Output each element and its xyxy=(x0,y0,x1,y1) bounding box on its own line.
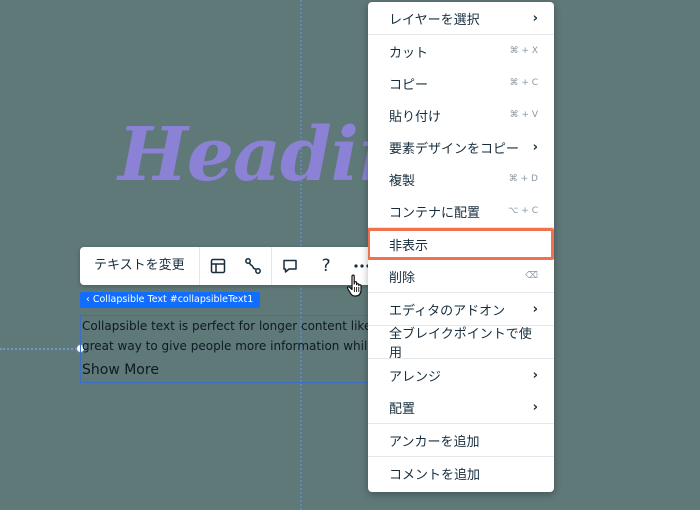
shortcut-label: ⌘ + X xyxy=(509,46,538,56)
menu-item-hide[interactable]: 非表示 xyxy=(368,228,554,260)
collapsible-text-element[interactable]: Collapsible text is perfect for longer c… xyxy=(80,315,380,383)
menu-item-delete[interactable]: 削除 ⌫ xyxy=(368,260,554,292)
element-toolbar: テキストを変更 ? xyxy=(80,247,380,285)
menu-item-use-all-breakpoints[interactable]: 全ブレイクポイントで使用 xyxy=(368,326,554,361)
animation-icon[interactable] xyxy=(236,247,272,285)
change-text-button[interactable]: テキストを変更 xyxy=(80,247,199,285)
context-menu: レイヤーを選択 › カット ⌘ + X コピー ⌘ + C 貼り付け ⌘ + V 要素デ… xyxy=(368,2,554,492)
hand-cursor-icon xyxy=(346,274,362,297)
menu-item-arrange[interactable]: アレンジ › xyxy=(368,359,554,391)
menu-item-duplicate[interactable]: 複製 ⌘ + D xyxy=(368,163,554,195)
shortcut-label: ⌘ + D xyxy=(508,174,538,184)
shortcut-label: ⌥ + C xyxy=(508,206,538,216)
chevron-right-icon: › xyxy=(532,301,538,317)
menu-item-editor-addons[interactable]: エディタのアドオン › xyxy=(368,293,554,325)
collapsible-text-line: Collapsible text is perfect for longer c… xyxy=(82,319,379,333)
menu-item-copy[interactable]: コピー ⌘ + C xyxy=(368,67,554,99)
chevron-right-icon: › xyxy=(532,367,538,383)
help-button[interactable]: ? xyxy=(308,247,344,285)
horizontal-guide-line xyxy=(0,348,80,350)
menu-item-select-layer[interactable]: レイヤーを選択 › xyxy=(368,2,554,34)
shortcut-label: ⌘ + V xyxy=(509,110,538,120)
comment-icon[interactable] xyxy=(272,247,308,285)
shortcut-label: ⌘ + C xyxy=(509,78,538,88)
menu-item-add-anchor[interactable]: アンカーを追加 xyxy=(368,424,554,456)
menu-item-copy-design[interactable]: 要素デザインをコピー › xyxy=(368,131,554,163)
collapsible-text-line: great way to give people more informatio… xyxy=(82,339,379,353)
chevron-right-icon: › xyxy=(532,399,538,415)
backspace-icon: ⌫ xyxy=(525,271,538,281)
chevron-right-icon: › xyxy=(532,10,538,26)
menu-item-paste[interactable]: 貼り付け ⌘ + V xyxy=(368,99,554,131)
element-breadcrumb[interactable]: ‹ Collapsible Text #collapsibleText1 xyxy=(80,292,261,308)
help-icon: ? xyxy=(321,256,331,276)
chevron-right-icon: › xyxy=(532,139,538,155)
layout-icon[interactable] xyxy=(200,247,236,285)
menu-item-align[interactable]: 配置 › xyxy=(368,391,554,423)
menu-item-place-in-container[interactable]: コンテナに配置 ⌥ + C xyxy=(368,195,554,227)
show-more-link[interactable]: Show More xyxy=(81,362,379,378)
menu-item-cut[interactable]: カット ⌘ + X xyxy=(368,35,554,67)
menu-item-add-comment[interactable]: コメントを追加 xyxy=(368,457,554,489)
